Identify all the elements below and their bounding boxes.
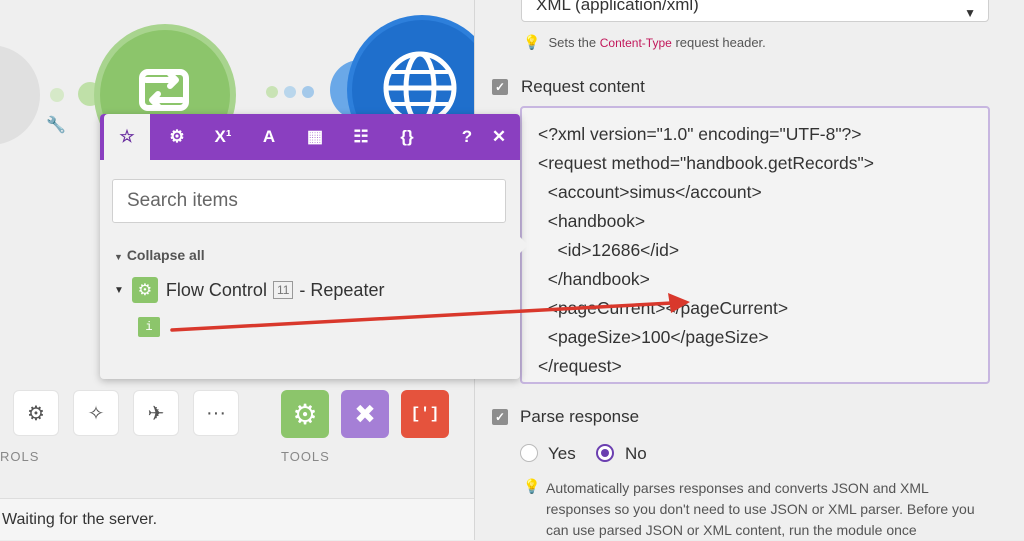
- close-icon: ✕: [491, 127, 507, 146]
- star-icon: ☆: [119, 127, 135, 146]
- connector-dot: [284, 86, 296, 98]
- popup-pointer: [519, 236, 528, 254]
- parse-response-label: Parse response: [520, 407, 640, 426]
- explain-flow-button[interactable]: ✈: [133, 390, 179, 436]
- status-text: Waiting for the server.: [2, 511, 158, 528]
- checkbox-icon: ✓: [494, 80, 506, 94]
- hint-text: request header.: [675, 35, 766, 50]
- text-icon: A: [262, 127, 276, 146]
- parse-response-toggle[interactable]: ✓: [492, 409, 508, 425]
- parse-response-yes-radio[interactable]: [520, 444, 538, 462]
- caret-down-icon: ▼: [114, 252, 123, 262]
- magic-wand-icon: ✧: [87, 402, 105, 425]
- request-content-label: Request content: [521, 77, 645, 96]
- hint-keyword: Content-Type: [599, 36, 672, 50]
- settings-button[interactable]: ⚙: [13, 390, 59, 436]
- tab-math-functions[interactable]: X¹: [200, 114, 246, 160]
- lightbulb-icon: 💡: [523, 34, 541, 50]
- repeat-icon: [139, 69, 189, 111]
- hint-text: Sets the: [548, 35, 597, 50]
- module-name: Flow Control: [165, 279, 267, 300]
- toolbar-section-label: ROLS: [0, 449, 40, 464]
- brackets-icon: [']: [410, 405, 440, 423]
- tab-text-functions[interactable]: A: [246, 114, 292, 160]
- tab-array-functions[interactable]: ☷: [338, 114, 384, 160]
- radio-yes-label[interactable]: Yes: [548, 444, 576, 464]
- calendar-icon: ▦: [306, 127, 324, 146]
- chevron-down-icon: ▼: [964, 6, 976, 20]
- tab-general-functions[interactable]: ⚙: [154, 114, 200, 160]
- tree-module-row[interactable]: ▼ ⚙ Flow Control 11 - Repeater: [114, 277, 384, 303]
- previous-module-node[interactable]: [0, 45, 40, 145]
- gear-icon: ⚙: [131, 277, 158, 303]
- help-icon: ?: [461, 127, 473, 146]
- math-icon: X¹: [214, 127, 232, 146]
- lightbulb-icon: 💡: [523, 478, 541, 494]
- mapping-tabs: ☆ ⚙ X¹ A ▦ ☷ {} ? ✕: [100, 114, 520, 160]
- parse-response-no-radio[interactable]: [596, 444, 614, 462]
- content-type-value: XML (application/xml): [536, 0, 699, 14]
- wrench-screwdriver-icon: ✖: [354, 398, 376, 429]
- request-content-editor[interactable]: <?xml version="1.0" encoding="UTF-8"?> <…: [520, 106, 990, 384]
- checkbox-icon: ✓: [494, 410, 506, 424]
- tab-favorites[interactable]: ☆: [104, 114, 150, 160]
- tools-tool[interactable]: ✖: [341, 390, 389, 438]
- request-content-toggle[interactable]: ✓: [492, 79, 508, 95]
- tab-date-functions[interactable]: ▦: [292, 114, 338, 160]
- search-items-input[interactable]: [112, 179, 506, 223]
- repeater-i-item[interactable]: i: [138, 317, 160, 337]
- braces-icon: {}: [400, 127, 414, 146]
- module-settings-panel: XML (application/xml) ▼ 💡 Sets the Conten…: [474, 0, 1024, 540]
- more-button[interactable]: ···: [193, 390, 239, 436]
- connector-dot: [78, 82, 102, 106]
- radio-no-label[interactable]: No: [625, 444, 647, 464]
- caret-down-icon: ▼: [114, 284, 124, 296]
- content-type-hint: 💡 Sets the Content-Type request header.: [523, 34, 766, 51]
- tab-json-functions[interactable]: {}: [384, 114, 430, 160]
- airplane-icon: ✈: [147, 402, 165, 425]
- module-number-badge: 11: [272, 281, 294, 299]
- mapping-panel: ☆ ⚙ X¹ A ▦ ☷ {} ? ✕ ▼ Collapse all ▼ ⚙ F…: [100, 114, 520, 379]
- module-suffix: - Repeater: [299, 279, 385, 300]
- gear-icon: ⚙: [27, 402, 45, 425]
- table-icon: ☷: [353, 127, 369, 146]
- connector-dot: [266, 86, 278, 98]
- flow-control-tool[interactable]: ⚙: [281, 390, 329, 438]
- connector-dot: [50, 88, 64, 102]
- gear-icon: ⚙: [169, 127, 185, 146]
- collapse-all-toggle[interactable]: ▼ Collapse all: [114, 247, 205, 263]
- close-button[interactable]: ✕: [476, 114, 522, 160]
- collapse-all-label: Collapse all: [126, 247, 205, 263]
- gear-icon: ⚙: [292, 398, 318, 430]
- auto-align-button[interactable]: ✧: [73, 390, 119, 436]
- connector-dot: [302, 86, 314, 98]
- content-type-select[interactable]: XML (application/xml) ▼: [521, 0, 989, 22]
- more-icon: ···: [206, 401, 226, 424]
- parse-response-hint: Automatically parses responses and conve…: [546, 480, 975, 538]
- status-bar: Waiting for the server.: [0, 498, 474, 540]
- text-parser-tool[interactable]: [']: [401, 390, 449, 438]
- tools-section-label: TOOLS: [281, 449, 330, 464]
- wrench-icon[interactable]: 🔧: [46, 115, 66, 135]
